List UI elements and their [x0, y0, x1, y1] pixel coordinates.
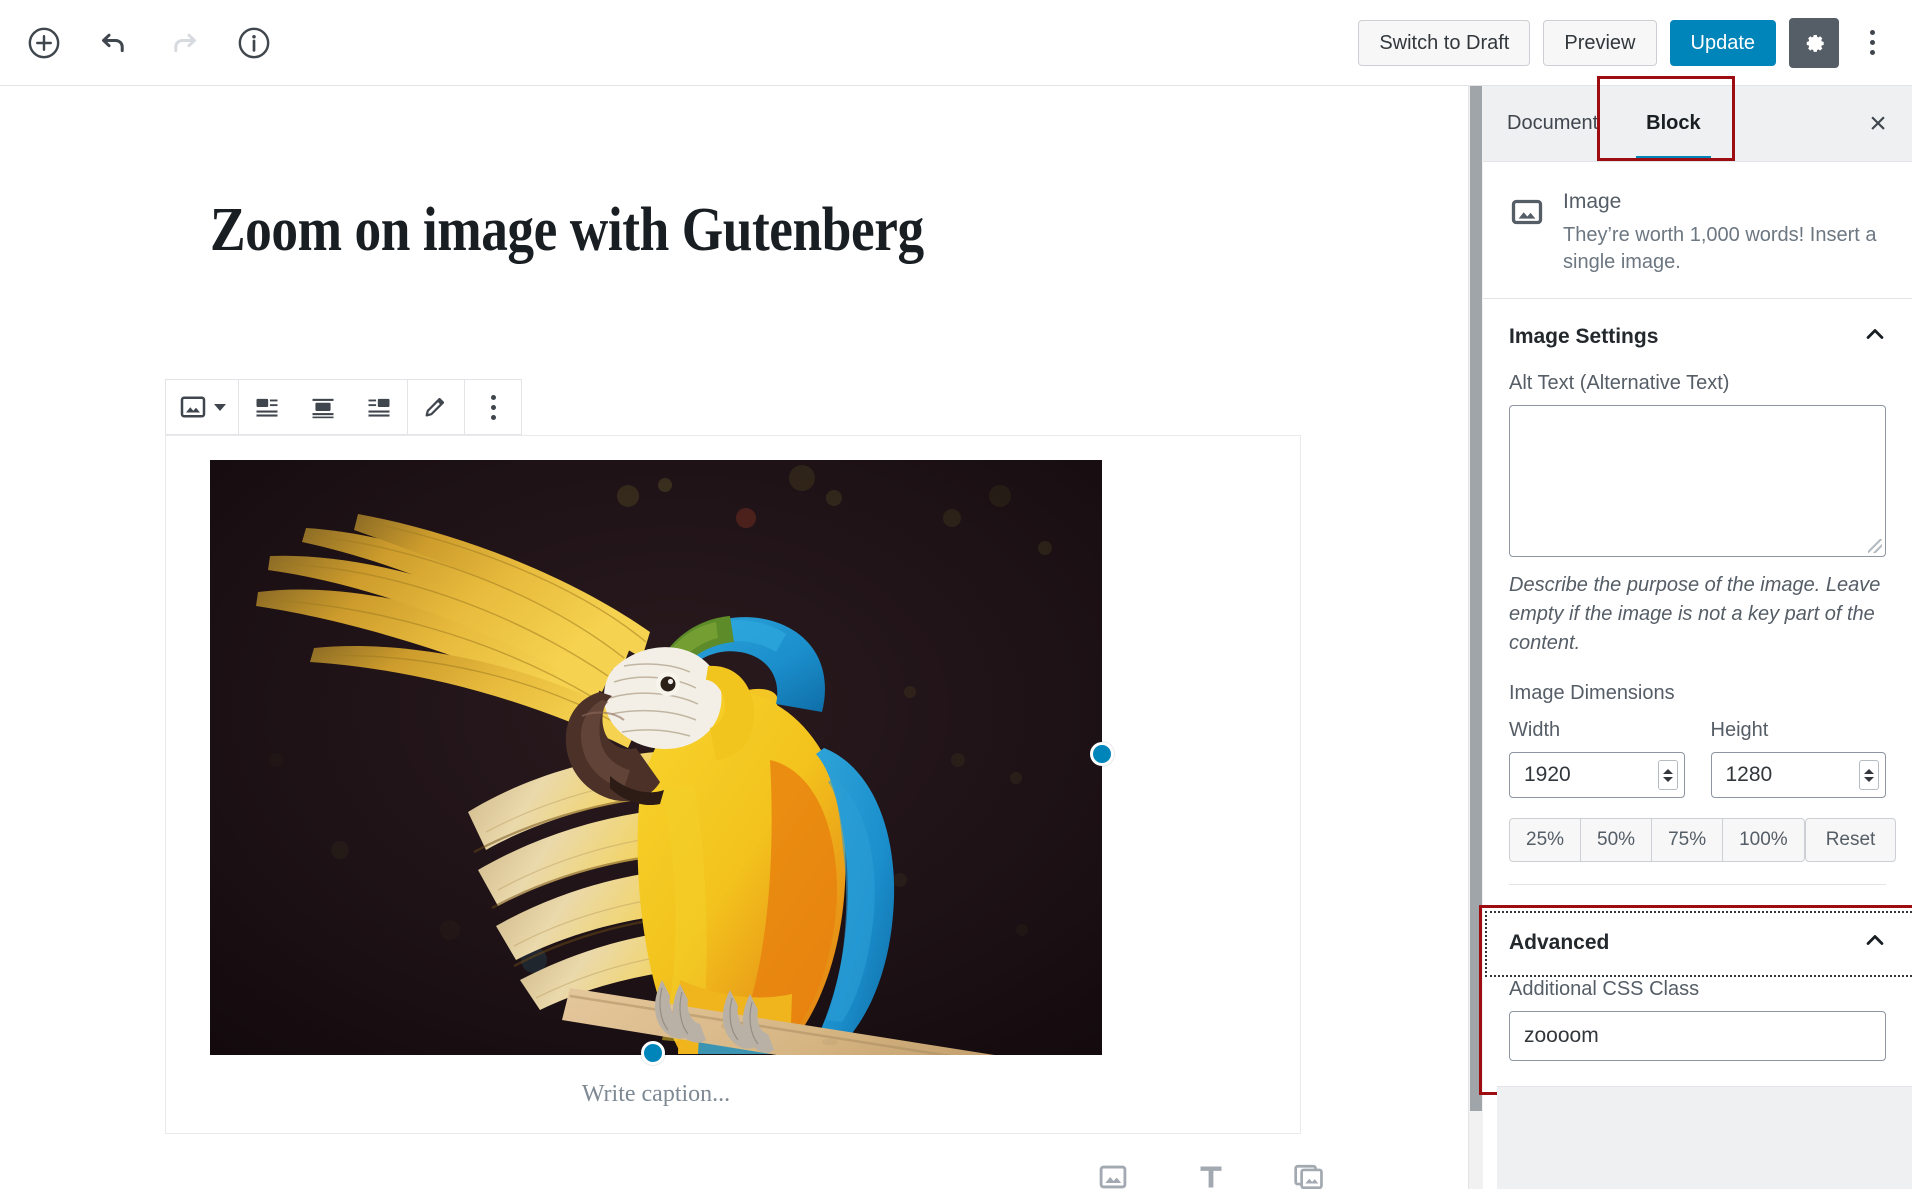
- block-type-image-button[interactable]: [166, 380, 238, 434]
- macaw-photo: [210, 460, 1102, 1055]
- height-value: 1280: [1725, 763, 1773, 786]
- css-class-label: Additional CSS Class: [1509, 978, 1700, 1000]
- more-options-kebab-icon[interactable]: [465, 380, 521, 434]
- block-inserter-shortcuts: [1090, 1154, 1332, 1189]
- kebab-menu-icon[interactable]: [1852, 18, 1892, 68]
- block-type-group: [166, 380, 239, 434]
- switch-to-draft-button[interactable]: Switch to Draft: [1358, 19, 1531, 66]
- more-group: [465, 380, 521, 434]
- edit-group: [408, 380, 465, 434]
- image-settings-panel: Image Settings Alt Text (Alternative Tex…: [1483, 299, 1912, 905]
- insert-gallery-icon[interactable]: [1286, 1154, 1332, 1189]
- settings-sidebar: Document Block × Image They’re worth 1,0…: [1468, 76, 1912, 1189]
- alt-text-help: Describe the purpose of the image. Leave…: [1509, 574, 1881, 654]
- height-label: Height: [1710, 719, 1769, 741]
- advanced-title: Advanced: [1509, 930, 1610, 954]
- image-preview[interactable]: [210, 460, 1102, 1055]
- kebab-dot: [1869, 40, 1875, 45]
- dimensions-row: Width 1920 Height 1280: [1509, 719, 1886, 798]
- sidebar-body: Document Block × Image They’re worth 1,0…: [1479, 76, 1912, 1189]
- stepper-up-icon[interactable]: [1662, 768, 1673, 774]
- image-icon: [1509, 190, 1545, 276]
- editor-canvas: Zoom on image with Gutenberg Write capti…: [0, 86, 1468, 1189]
- kebab-dot: [1869, 50, 1875, 55]
- align-right-icon[interactable]: [351, 380, 407, 434]
- width-stepper[interactable]: [1657, 760, 1678, 790]
- kebab-dot: [490, 414, 496, 420]
- tab-block[interactable]: Block: [1622, 86, 1724, 161]
- alt-text-label: Alt Text (Alternative Text): [1509, 372, 1730, 394]
- info-icon[interactable]: [226, 15, 282, 71]
- height-col: Height 1280: [1710, 719, 1886, 798]
- width-input[interactable]: 1920: [1509, 752, 1685, 798]
- sidebar-scrollbar-thumb[interactable]: [1470, 86, 1482, 1111]
- image-caption-placeholder[interactable]: Write caption...: [210, 1081, 1102, 1108]
- close-icon[interactable]: ×: [1844, 86, 1912, 161]
- kebab-dot: [1869, 30, 1875, 35]
- editor-top-bar: Switch to Draft Preview Update: [0, 0, 1912, 86]
- chevron-down-icon: [214, 403, 226, 411]
- align-center-icon[interactable]: [295, 380, 351, 434]
- block-info-text: Image They’re worth 1,000 words! Insert …: [1563, 190, 1888, 276]
- height-input[interactable]: 1280: [1710, 752, 1886, 798]
- image-settings-title: Image Settings: [1509, 324, 1659, 348]
- sidebar-footer: [1497, 1086, 1912, 1189]
- sidebar-scrollbar[interactable]: [1469, 86, 1483, 1189]
- scale-75-button[interactable]: 75%: [1651, 818, 1723, 862]
- scale-25-button[interactable]: 25%: [1509, 818, 1581, 862]
- kebab-dot: [490, 394, 496, 400]
- stepper-down-icon[interactable]: [1864, 776, 1874, 782]
- width-value: 1920: [1524, 763, 1571, 786]
- sidebar-tabs: Document Block ×: [1483, 76, 1912, 162]
- preview-button[interactable]: Preview: [1543, 19, 1657, 66]
- advanced-panel-body: Additional CSS Class zoooom: [1483, 978, 1912, 1081]
- align-left-icon[interactable]: [239, 380, 295, 434]
- pencil-icon[interactable]: [408, 380, 464, 434]
- alignment-group: [239, 380, 408, 434]
- width-col: Width 1920: [1509, 719, 1685, 798]
- kebab-dot: [490, 404, 496, 410]
- add-block-icon[interactable]: [16, 15, 72, 71]
- page-title[interactable]: Zoom on image with Gutenberg: [210, 196, 1070, 264]
- top-bar-right-actions: Switch to Draft Preview Update: [1358, 17, 1912, 68]
- css-class-input[interactable]: zoooom: [1509, 1011, 1886, 1061]
- insert-paragraph-icon[interactable]: [1188, 1154, 1234, 1189]
- block-info-card: Image They’re worth 1,000 words! Insert …: [1483, 162, 1912, 299]
- image-settings-panel-header[interactable]: Image Settings: [1483, 299, 1912, 372]
- stepper-down-icon[interactable]: [1662, 776, 1673, 782]
- alt-text-field[interactable]: [1509, 405, 1886, 557]
- scale-100-button[interactable]: 100%: [1722, 818, 1805, 862]
- top-bar-left-tools: [0, 15, 282, 71]
- panel-divider: [1509, 884, 1886, 885]
- insert-image-icon[interactable]: [1090, 1154, 1136, 1189]
- block-toolbar: [165, 379, 522, 435]
- update-button[interactable]: Update: [1669, 19, 1776, 66]
- image-settings-body: Alt Text (Alternative Text) Describe the…: [1483, 372, 1912, 905]
- tab-document[interactable]: Document: [1483, 86, 1622, 161]
- scale-row: 25% 50% 75% 100% Reset: [1509, 818, 1897, 862]
- kebab-dots: [490, 394, 496, 420]
- chevron-up-icon[interactable]: [1862, 927, 1888, 958]
- chevron-up-icon[interactable]: [1862, 321, 1888, 352]
- scale-50-button[interactable]: 50%: [1580, 818, 1652, 862]
- kebab-dots: [1869, 30, 1875, 55]
- redo-icon: [156, 15, 212, 71]
- scale-button-group: 25% 50% 75% 100%: [1509, 818, 1805, 862]
- width-label: Width: [1509, 719, 1561, 741]
- image-dimensions-label: Image Dimensions: [1509, 682, 1675, 704]
- stepper-up-icon[interactable]: [1864, 768, 1874, 774]
- block-description: They’re worth 1,000 words! Insert a sing…: [1563, 224, 1877, 273]
- advanced-panel: Advanced Additional CSS Class zoooom: [1479, 905, 1912, 1095]
- height-stepper[interactable]: [1859, 760, 1879, 790]
- resize-handle-bottom[interactable]: [641, 1041, 665, 1065]
- reset-dimensions-button[interactable]: Reset: [1804, 818, 1897, 862]
- gear-icon[interactable]: [1789, 17, 1839, 68]
- resize-handle-right[interactable]: [1090, 742, 1114, 766]
- undo-icon[interactable]: [86, 15, 142, 71]
- block-title: Image: [1563, 190, 1622, 213]
- advanced-panel-header[interactable]: Advanced: [1483, 905, 1912, 978]
